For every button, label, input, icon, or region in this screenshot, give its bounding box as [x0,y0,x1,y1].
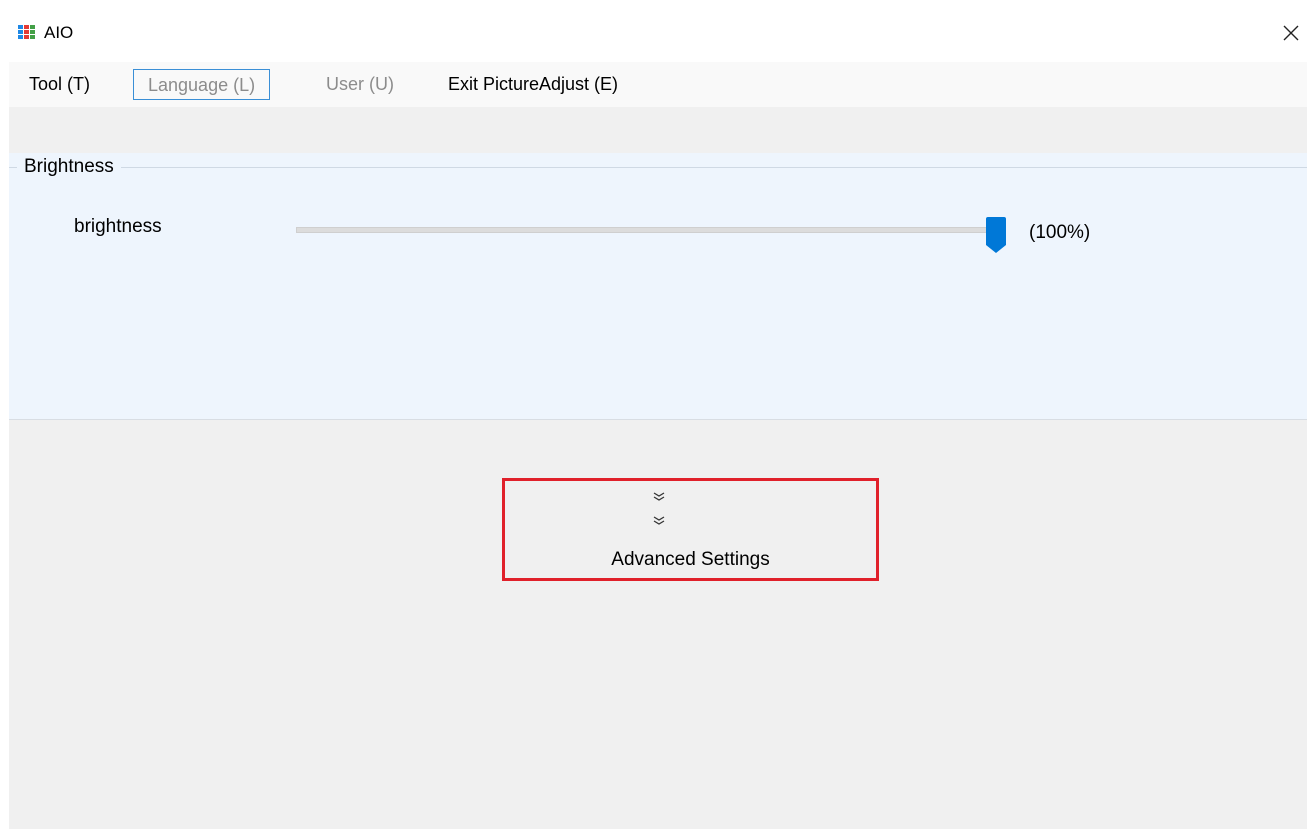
title-bar: AIO [9,8,1307,62]
group-border [9,167,1307,168]
menu-language[interactable]: Language (L) [133,69,271,100]
advanced-settings-toggle[interactable]: Advanced Settings [502,478,879,581]
group-title: Brightness [17,156,121,178]
menu-user[interactable]: User (U) [320,69,400,100]
app-logo-icon [18,25,36,41]
advanced-settings-label: Advanced Settings [611,549,770,570]
window-title: AIO [44,23,74,42]
brightness-value: (100%) [1029,222,1091,243]
brightness-slider-fill [297,228,995,232]
brightness-slider-track[interactable] [296,227,996,233]
close-icon [1283,25,1299,41]
menu-exit-pictureadjust[interactable]: Exit PictureAdjust (E) [442,69,624,100]
menu-bar: Tool (T) Language (L) User (U) Exit Pict… [9,62,1307,107]
brightness-slider-thumb[interactable] [985,216,1007,254]
brightness-group: Brightness brightness (100%) [9,153,1307,420]
menu-tool[interactable]: Tool (T) [23,69,96,100]
double-chevron-down-icon [653,492,665,501]
close-button[interactable] [1275,16,1307,50]
brightness-label: brightness [74,216,162,237]
double-chevron-down-icon [653,516,665,525]
app-window: AIO Tool (T) Language (L) User (U) Exit … [9,8,1307,829]
